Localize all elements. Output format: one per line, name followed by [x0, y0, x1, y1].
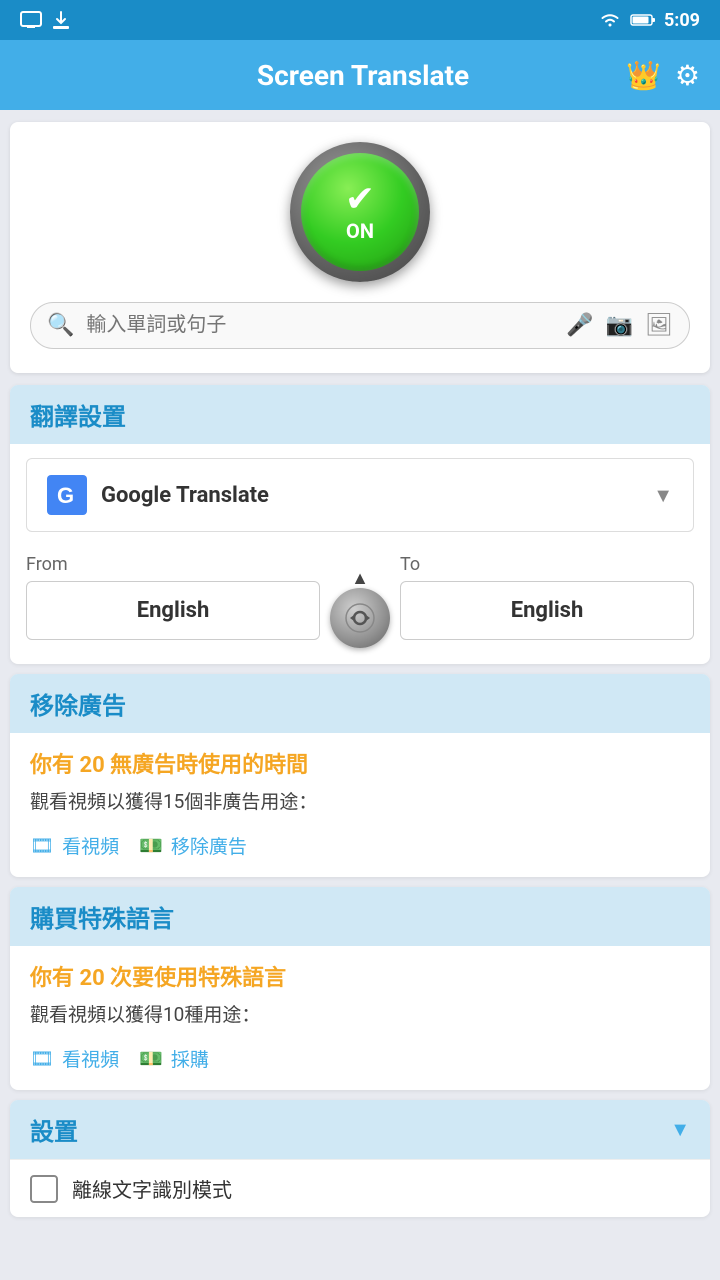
to-language-button[interactable]: English	[400, 581, 694, 640]
on-label: ON	[346, 219, 374, 243]
toolbar: Screen Translate 👑 ⚙	[0, 40, 720, 110]
settings-dropdown-arrow: ▼	[670, 1117, 690, 1142]
to-label: To	[400, 554, 694, 575]
remove-ads-label: 移除廣告	[171, 832, 247, 859]
settings-section: 設置 ▼ 離線文字識別模式	[10, 1100, 710, 1217]
money-icon-lang: 💵	[139, 1047, 163, 1071]
search-input[interactable]	[86, 314, 554, 337]
money-icon-ads: 💵	[139, 834, 163, 858]
settings-header: 設置 ▼	[10, 1100, 710, 1159]
main-card: ✔ ON 🔍 🎤 📷 🖼	[10, 122, 710, 373]
camera-icon[interactable]: 📷	[606, 313, 633, 338]
watch-video-button-ads[interactable]: 🎞 看視頻	[30, 832, 119, 859]
offline-mode-checkbox[interactable]	[30, 1175, 58, 1203]
from-label: From	[26, 554, 320, 575]
special-language-header: 購買特殊語言	[10, 887, 710, 946]
status-bar-right: 5:09	[598, 10, 700, 31]
on-button[interactable]: ✔ ON	[301, 153, 419, 271]
remove-ads-button[interactable]: 💵 移除廣告	[139, 832, 247, 859]
remove-ads-actions: 🎞 看視頻 💵 移除廣告	[10, 828, 710, 877]
from-language-col: From English	[26, 554, 320, 640]
checkmark-icon: ✔	[345, 181, 375, 217]
on-button-outer: ✔ ON	[290, 142, 430, 282]
watch-video-label-lang: 看視頻	[62, 1045, 119, 1072]
from-language-button[interactable]: English	[26, 581, 320, 640]
remove-ads-title: 移除廣告	[30, 686, 126, 721]
google-g-icon: G	[53, 481, 81, 509]
language-row: From English ▲ To English	[10, 546, 710, 664]
settings-title: 設置	[30, 1112, 78, 1147]
translate-settings-title: 翻譯設置	[30, 397, 126, 432]
app-title: Screen Translate	[100, 59, 626, 92]
swap-icon	[344, 602, 376, 634]
swap-button[interactable]	[330, 588, 390, 648]
search-bar: 🔍 🎤 📷 🖼	[30, 302, 690, 349]
special-language-highlight: 你有 20 次要使用特殊語言	[10, 946, 710, 996]
download-icon	[52, 10, 70, 30]
remove-ads-section: 移除廣告 你有 20 無廣告時使用的時間 觀看視頻以獲得15個非廣告用途： 🎞 …	[10, 674, 710, 877]
status-bar: 5:09	[0, 0, 720, 40]
microphone-icon[interactable]: 🎤	[566, 313, 593, 338]
offline-mode-setting: 離線文字識別模式	[10, 1159, 710, 1217]
purchase-button[interactable]: 💵 採購	[139, 1045, 209, 1072]
screenshot-icon[interactable]: 🖼	[645, 313, 673, 338]
film-icon-lang: 🎞	[30, 1047, 54, 1071]
special-language-title: 購買特殊語言	[30, 899, 174, 934]
dropdown-arrow-icon: ▼	[653, 483, 673, 508]
special-language-actions: 🎞 看視頻 💵 採購	[10, 1041, 710, 1090]
battery-icon	[630, 13, 656, 27]
screen-icon	[20, 11, 42, 29]
special-language-description: 觀看視頻以獲得10種用途：	[10, 996, 710, 1041]
on-button-container: ✔ ON	[30, 142, 690, 282]
watch-video-button-lang[interactable]: 🎞 看視頻	[30, 1045, 119, 1072]
toolbar-actions: 👑 ⚙	[626, 59, 700, 92]
purchase-label: 採購	[171, 1045, 209, 1072]
translate-settings-section: 翻譯設置 G Google Translate ▼ From English ▲	[10, 385, 710, 664]
engine-name: Google Translate	[101, 483, 639, 508]
swap-button-container: ▲	[320, 570, 400, 648]
search-icon: 🔍	[47, 313, 74, 338]
crown-icon[interactable]: 👑	[626, 59, 661, 92]
remove-ads-description: 觀看視頻以獲得15個非廣告用途：	[10, 783, 710, 828]
google-translate-logo: G	[47, 475, 87, 515]
remove-ads-header: 移除廣告	[10, 674, 710, 733]
status-bar-left	[20, 10, 70, 30]
swap-arrow-up-icon: ▲	[351, 570, 369, 588]
svg-text:G: G	[57, 483, 74, 508]
special-language-section: 購買特殊語言 你有 20 次要使用特殊語言 觀看視頻以獲得10種用途： 🎞 看視…	[10, 887, 710, 1090]
remove-ads-highlight: 你有 20 無廣告時使用的時間	[10, 733, 710, 783]
film-icon: 🎞	[30, 834, 54, 858]
settings-icon[interactable]: ⚙	[675, 59, 700, 92]
offline-mode-label: 離線文字識別模式	[72, 1174, 232, 1203]
time-display: 5:09	[664, 10, 700, 31]
to-language-col: To English	[400, 554, 694, 640]
translate-settings-header: 翻譯設置	[10, 385, 710, 444]
watch-video-label-ads: 看視頻	[62, 832, 119, 859]
engine-selector[interactable]: G Google Translate ▼	[26, 458, 694, 532]
wifi-icon	[598, 11, 622, 29]
